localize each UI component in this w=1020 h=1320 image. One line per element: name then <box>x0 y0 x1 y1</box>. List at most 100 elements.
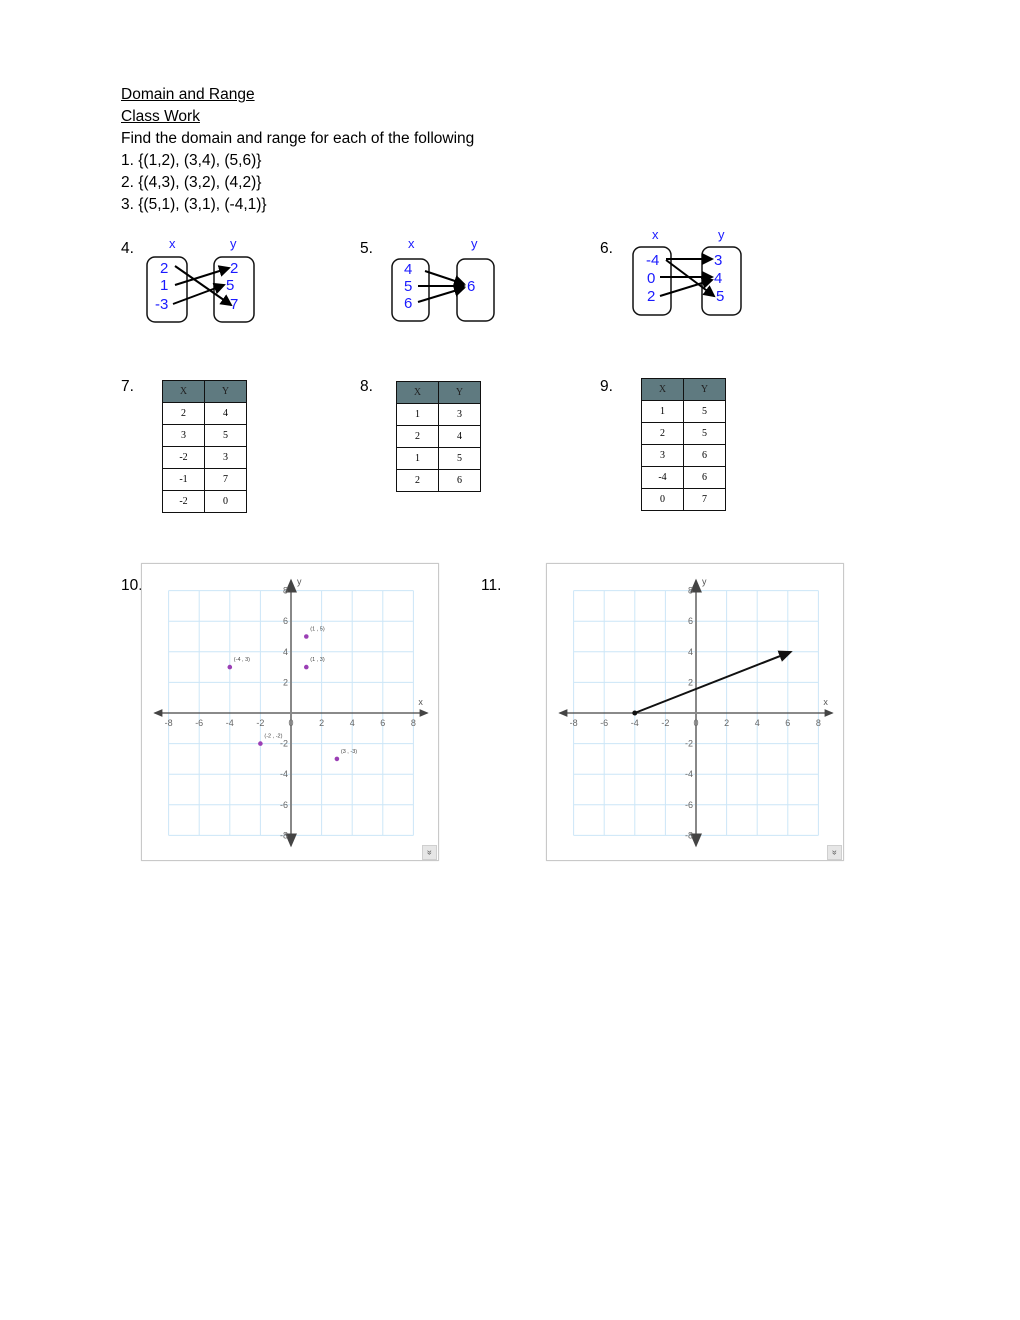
cell-y: 5 <box>683 422 726 445</box>
cell-x: 0 <box>641 488 684 511</box>
y-tick-label: 2 <box>688 677 693 687</box>
cell-y: 7 <box>204 468 247 491</box>
worksheet-subtitle: Class Work <box>121 108 200 125</box>
cell-x: 2 <box>641 422 684 445</box>
data-point <box>258 741 263 746</box>
table-row: 15 <box>641 400 726 423</box>
x-tick-label: -4 <box>631 718 639 728</box>
x-tick-label: 8 <box>411 718 416 728</box>
cell-y: 6 <box>683 466 726 489</box>
problem-8-number: 8. <box>360 378 373 395</box>
table-7-container: XY 24 35 -2 3 -1 7 -2 0 <box>162 380 254 518</box>
xy-table-9: XY 15 25 36 -4 6 07 <box>641 378 726 511</box>
x-tick-label: 4 <box>350 718 355 728</box>
point-label: (3 , -3) <box>341 749 357 755</box>
y-tick-label: -4 <box>280 769 288 779</box>
domain-value: 6 <box>404 295 412 312</box>
x-tick-label: -2 <box>661 718 669 728</box>
cell-y: 4 <box>204 402 247 425</box>
mapping-diagram-6: x y -4 0 2 3 4 5 <box>632 227 742 316</box>
cell-x: -4 <box>641 466 684 489</box>
y-axis-label: y <box>702 577 707 587</box>
coordinate-plane-10: x y -8 -6 -4 -2 0 2 4 6 8 8 6 4 2 -2 -4 -6 -8 (1 , 5) (-4 , … <box>153 577 429 848</box>
y-tick-label: 8 <box>688 586 693 596</box>
table-row: -4 6 <box>641 466 726 489</box>
worksheet-title: Domain and Range <box>121 86 255 103</box>
cell-x: 2 <box>396 469 439 492</box>
y-tick-label: 8 <box>283 586 288 596</box>
problem-10-number: 10. <box>121 577 143 594</box>
cell-x: 1 <box>396 403 439 426</box>
table-row: 15 <box>396 447 481 470</box>
cell-x: -2 <box>162 446 205 469</box>
column-header-x: X <box>162 380 205 403</box>
range-value: 6 <box>467 278 475 295</box>
y-label: y <box>230 236 237 251</box>
x-tick-label: 2 <box>724 718 729 728</box>
graph-11-panel: x y -8 -6 -4 -2 0 2 4 6 8 8 6 4 2 -2 -4 -6 -8 » <box>546 563 844 861</box>
cell-y: 7 <box>683 488 726 511</box>
range-value: 5 <box>716 288 724 305</box>
domain-value: -4 <box>646 252 659 269</box>
problem-6-number: 6. <box>600 240 613 257</box>
problem-9-number: 9. <box>600 378 613 395</box>
data-point <box>304 634 309 639</box>
x-tick-label: 8 <box>816 718 821 728</box>
cell-y: 6 <box>683 444 726 467</box>
table-row: 13 <box>396 403 481 426</box>
y-tick-label: -8 <box>685 830 693 840</box>
problem-7-number: 7. <box>121 378 134 395</box>
table-row: 07 <box>641 488 726 511</box>
x-label: x <box>169 236 176 251</box>
problem-11-number: 11. <box>481 577 502 594</box>
y-tick-label: -6 <box>685 800 693 810</box>
x-tick-label: -6 <box>195 718 203 728</box>
x-tick-label: -4 <box>226 718 234 728</box>
table-row: 25 <box>641 422 726 445</box>
cell-y: 5 <box>438 447 481 470</box>
x-axis-label: x <box>823 697 828 707</box>
table-row: 36 <box>641 444 726 467</box>
domain-value: 2 <box>647 288 655 305</box>
data-point <box>334 756 340 762</box>
problem-3: 3. {(5,1), (3,1), (-4,1)} <box>121 196 267 213</box>
problem-1: 1. {(1,2), (3,4), (5,6)} <box>121 152 262 169</box>
y-tick-label: 6 <box>688 616 693 626</box>
cell-x: 3 <box>162 424 205 447</box>
expand-icon[interactable]: » <box>827 845 842 860</box>
table-row: -2 0 <box>162 490 247 513</box>
cell-y: 0 <box>204 490 247 513</box>
domain-value: 5 <box>404 278 412 295</box>
cell-y: 3 <box>204 446 247 469</box>
expand-icon[interactable]: » <box>422 845 437 860</box>
cell-x: -2 <box>162 490 205 513</box>
x-tick-label: 0 <box>288 718 293 728</box>
y-tick-label: 4 <box>688 647 693 657</box>
y-tick-label: 2 <box>283 677 288 687</box>
x-tick-label: 0 <box>693 718 698 728</box>
point-label: (-4 , 3) <box>234 657 250 663</box>
x-tick-label: -6 <box>600 718 608 728</box>
table-9-container: XY 15 25 36 -4 6 07 <box>641 378 733 518</box>
table-row: 24 <box>396 425 481 448</box>
y-tick-label: -2 <box>685 739 693 749</box>
y-tick-label: -8 <box>280 830 288 840</box>
column-header-x: X <box>396 381 439 404</box>
column-header-y: Y <box>438 381 481 404</box>
x-tick-label: -8 <box>165 718 173 728</box>
y-tick-label: -4 <box>685 769 693 779</box>
table-row: 26 <box>396 469 481 492</box>
column-header-y: Y <box>204 380 247 403</box>
domain-value: -3 <box>155 296 168 313</box>
x-label: x <box>408 236 415 251</box>
y-tick-label: 6 <box>283 616 288 626</box>
range-oval <box>456 258 495 322</box>
range-value: 2 <box>230 260 238 277</box>
instructions: Find the domain and range for each of th… <box>121 130 475 147</box>
cell-x: 2 <box>396 425 439 448</box>
column-header-x: X <box>641 378 684 401</box>
domain-value: 0 <box>647 270 655 287</box>
problem-2: 2. {(4,3), (3,2), (4,2)} <box>121 174 262 191</box>
point-label: (1 , 5) <box>310 627 325 633</box>
x-axis-label: x <box>418 697 423 707</box>
